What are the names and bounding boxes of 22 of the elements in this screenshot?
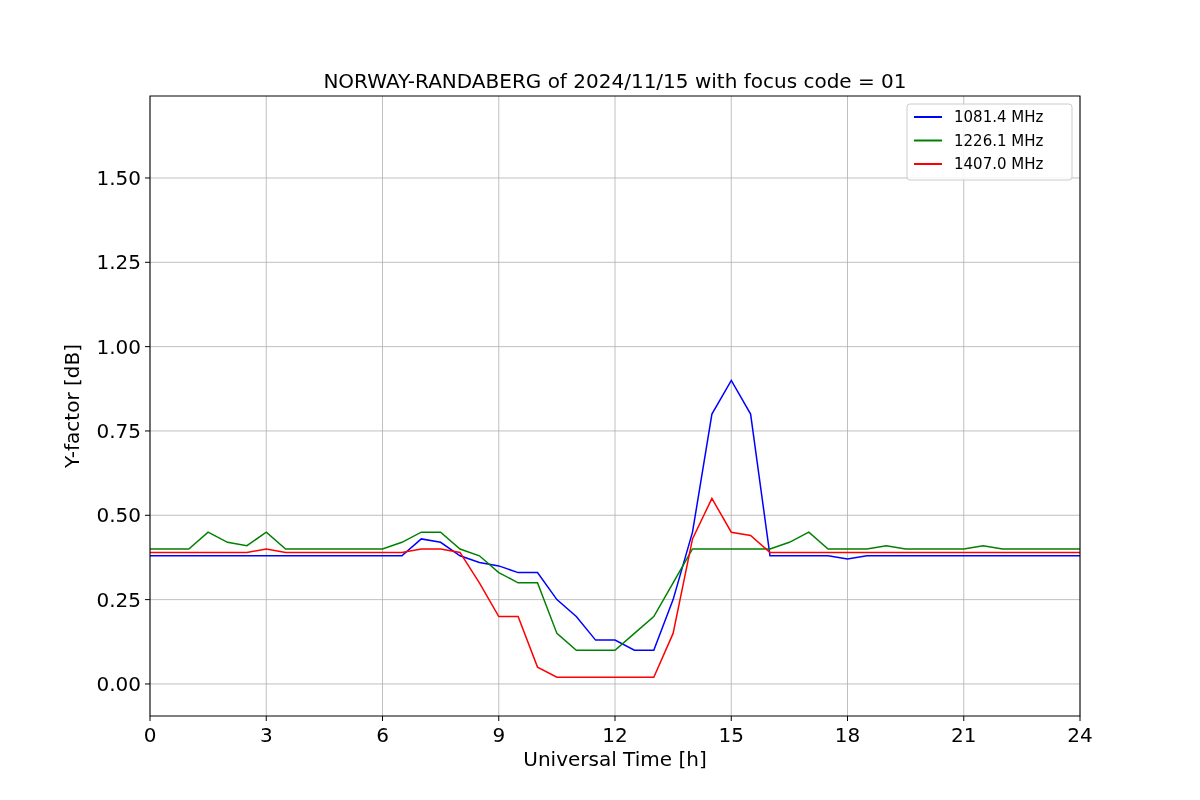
x-tick-label: 21 <box>951 723 977 747</box>
legend-label: 1407.0 MHz <box>954 155 1044 173</box>
x-axis-label: Universal Time [h] <box>523 747 707 771</box>
y-tick-label: 1.00 <box>96 334 141 359</box>
x-tick-label: 24 <box>1067 723 1093 747</box>
x-tick-label: 6 <box>376 723 389 747</box>
x-tick-label: 18 <box>834 723 861 747</box>
x-tick-label: 15 <box>718 723 744 747</box>
y-tick-label: 0.25 <box>96 587 141 612</box>
y-tick-label: 0.75 <box>96 418 141 443</box>
x-tick-label: 3 <box>259 723 273 747</box>
x-tick-label: 0 <box>143 723 157 747</box>
x-tick-label: 9 <box>492 723 506 747</box>
y-tick-label: 1.50 <box>96 165 141 190</box>
x-tick-label: 12 <box>602 723 628 747</box>
y-tick-label: 0.00 <box>96 671 141 696</box>
chart-title: NORWAY-RANDABERG of 2024/11/15 with focus code = 01 <box>323 69 907 93</box>
legend-label: 1081.4 MHz <box>954 108 1044 126</box>
y-tick-label: 1.25 <box>96 250 141 275</box>
y-tick-label: 0.50 <box>96 503 141 528</box>
y-axis-label: Y-factor [dB] <box>60 344 84 468</box>
legend-label: 1226.1 MHz <box>954 131 1044 150</box>
